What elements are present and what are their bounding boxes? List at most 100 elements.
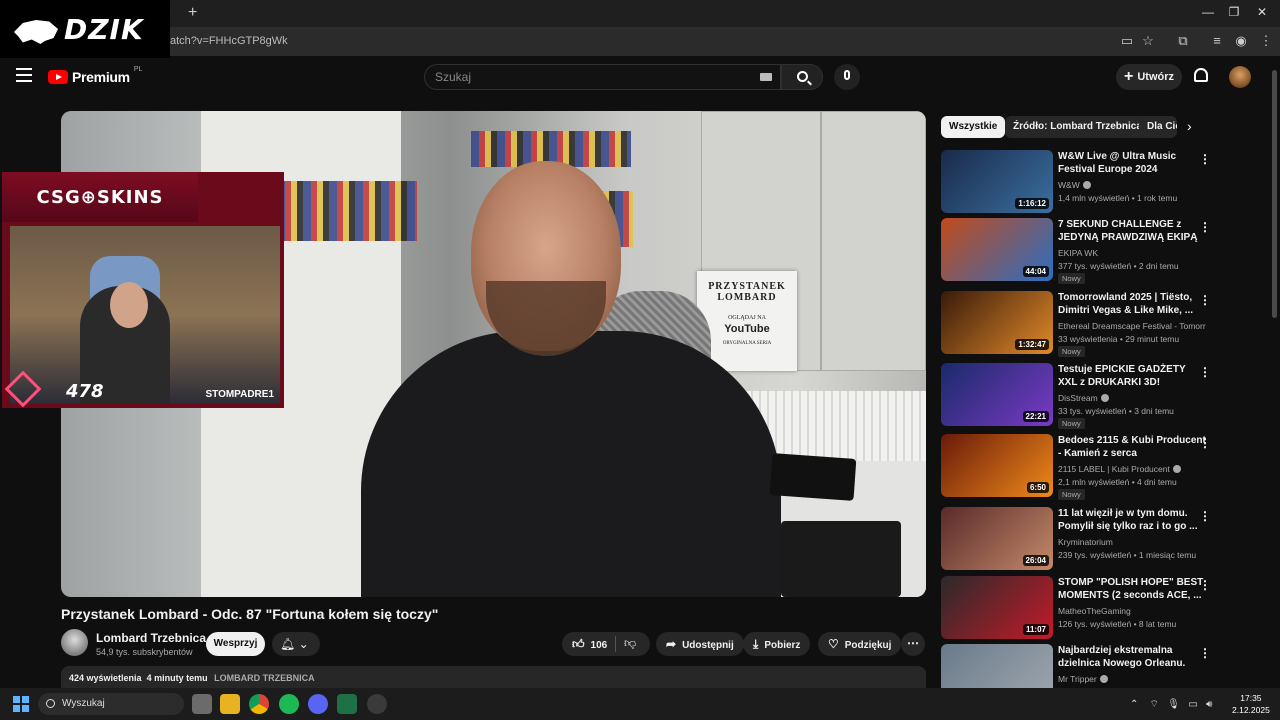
like-button[interactable]: 👍︎ 106 xyxy=(562,632,650,656)
support-button[interactable]: Wesprzyj xyxy=(206,632,265,656)
chevron-down-icon: ⌄ xyxy=(298,637,309,651)
extensions-icon[interactable]: ⧉ xyxy=(1174,33,1192,49)
more-options-icon[interactable]: ⋮ xyxy=(1199,578,1211,592)
cast-icon[interactable]: ▭ xyxy=(1118,33,1136,49)
chrome-icon[interactable] xyxy=(249,694,269,714)
channel-name[interactable]: MatheoTheGaming xyxy=(1058,606,1206,616)
recommendation-item[interactable]: 1:32:47 Tomorrowland 2025 | Tiësto, Dimit… xyxy=(941,291,1213,357)
video-thumbnail[interactable]: 1:16:12 xyxy=(941,150,1053,213)
more-options-icon[interactable]: ⋮ xyxy=(1199,220,1211,234)
more-options-icon[interactable]: ⋮ xyxy=(1199,436,1211,450)
taskbar-search-label: Wyszukaj xyxy=(62,698,105,709)
description-tag[interactable]: LOMBARD TRZEBNICA xyxy=(214,673,315,683)
video-title[interactable]: STOMP "POLISH HOPE" BEST MOMENTS (2 seco… xyxy=(1058,576,1206,602)
share-button[interactable]: ➦ Udostępnij xyxy=(656,632,744,656)
chevron-right-icon[interactable]: › xyxy=(1187,118,1192,134)
chip-source[interactable]: Źródło: Lombard Trzebnica xyxy=(1005,116,1150,138)
video-title[interactable]: W&W Live @ Ultra Music Festival Europe 2… xyxy=(1058,150,1206,176)
close-window-button[interactable]: ✕ xyxy=(1252,5,1272,19)
verified-icon xyxy=(1100,394,1109,402)
excel-icon[interactable] xyxy=(337,694,357,714)
video-title[interactable]: 11 lat więził je w tym domu. Pomylił się… xyxy=(1058,507,1206,533)
display-icon[interactable]: ▭ xyxy=(1188,699,1197,710)
channel-name[interactable]: Kryminatorium xyxy=(1058,537,1206,547)
video-duration: 26:04 xyxy=(1022,555,1049,566)
page-scrollbar[interactable] xyxy=(1272,70,1277,318)
maximize-button[interactable]: ❐ xyxy=(1224,5,1244,19)
discord-icon[interactable] xyxy=(308,694,328,714)
more-actions-button[interactable]: ⋯ xyxy=(901,632,925,656)
spotify-icon[interactable] xyxy=(279,694,299,714)
new-badge: Nowy xyxy=(1058,273,1085,284)
system-tray[interactable]: ⌃ ⌔ 🎙︎ ▭ 🔊︎ xyxy=(1130,698,1212,711)
url-text[interactable]: atch?v=FHHcGTP8gWk xyxy=(170,35,288,47)
taskbar-search[interactable]: Wyszukaj xyxy=(38,693,184,715)
minimize-button[interactable]: — xyxy=(1198,5,1218,19)
new-tab-button[interactable]: + xyxy=(188,4,197,22)
network-icon[interactable]: ⌔ xyxy=(1150,699,1159,710)
recommendation-item[interactable]: 6:50 Bedoes 2115 & Kubi Producent - Kamie… xyxy=(941,434,1213,500)
notification-settings-button[interactable]: 🔔︎ ⌄ xyxy=(272,632,320,656)
youtube-logo[interactable]: Premium PL xyxy=(48,66,142,85)
user-avatar[interactable] xyxy=(1229,66,1251,88)
address-bar[interactable]: atch?v=FHHcGTP8gWk ▭ ☆ ⧉ ≡ ◉ ⋮ xyxy=(0,27,1280,56)
create-button[interactable]: + Utwórz xyxy=(1116,64,1182,90)
video-title[interactable]: Testuje EPICKIE GADŻETY XXL z DRUKARKI 3… xyxy=(1058,363,1206,389)
browser-menu-icon[interactable]: ⋮ xyxy=(1257,33,1275,49)
more-options-icon[interactable]: ⋮ xyxy=(1199,365,1211,379)
channel-name[interactable]: Ethereal Dreamscape Festival - Tomorro..… xyxy=(1058,321,1206,331)
file-explorer-icon[interactable] xyxy=(220,694,240,714)
thumbs-down-icon[interactable]: 👎︎ xyxy=(624,636,636,651)
video-title[interactable]: Tomorrowland 2025 | Tiësto, Dimitri Vega… xyxy=(1058,291,1206,317)
task-view-icon[interactable] xyxy=(192,694,212,714)
channel-name[interactable]: W&W xyxy=(1058,180,1206,190)
chip-for-you[interactable]: Dla Ciebie xyxy=(1139,116,1177,138)
channel-avatar[interactable] xyxy=(61,629,88,656)
recommendation-item[interactable]: 22:21 Testuje EPICKIE GADŻETY XXL z DRUKA… xyxy=(941,363,1213,429)
video-thumbnail[interactable]: 1:32:47 xyxy=(941,291,1053,354)
channel-name[interactable]: Lombard Trzebnica xyxy=(96,631,206,645)
video-title[interactable]: 7 SEKUND CHALLENGE z JEDYNĄ PRAWDZIWĄ EK… xyxy=(1058,218,1206,244)
video-thumbnail[interactable]: 22:21 xyxy=(941,363,1053,426)
bookmark-star-icon[interactable]: ☆ xyxy=(1139,33,1157,49)
video-meta: 33 wyświetlenia • 29 minut temu xyxy=(1058,334,1180,344)
voice-search-button[interactable] xyxy=(834,64,860,90)
recommendation-item[interactable]: 1:16:12 W&W Live @ Ultra Music Festival E… xyxy=(941,150,1213,214)
channel-name[interactable]: EKIPA WK xyxy=(1058,248,1206,258)
video-thumbnail[interactable]: 26:04 xyxy=(941,507,1053,570)
video-thumbnail[interactable]: 6:50 xyxy=(941,434,1053,497)
search-input[interactable]: Szukaj xyxy=(424,64,781,90)
channel-name[interactable]: Mr Tripper xyxy=(1058,674,1206,684)
notifications-bell-icon[interactable] xyxy=(1194,68,1208,82)
chip-all[interactable]: Wszystkie xyxy=(941,116,1006,138)
profile-icon[interactable]: ◉ xyxy=(1232,33,1250,49)
youtube-header: Premium PL Szukaj + Utwórz xyxy=(0,58,1280,98)
video-meta: 1,4 mln wyświetleń • 1 rok temu xyxy=(1058,193,1178,203)
recommendation-item[interactable]: 44:04 7 SEKUND CHALLENGE z JEDYNĄ PRAWDZI… xyxy=(941,218,1213,284)
keyboard-icon[interactable] xyxy=(760,73,772,81)
thanks-button[interactable]: ♡ Podziękuj xyxy=(818,632,902,656)
windows-start-icon[interactable] xyxy=(13,696,29,712)
recommendation-item[interactable]: 26:04 11 lat więził je w tym domu. Pomyli… xyxy=(941,507,1213,571)
mic-icon[interactable]: 🎙︎ xyxy=(1167,699,1180,710)
more-options-icon[interactable]: ⋮ xyxy=(1199,152,1211,166)
download-button[interactable]: ⤓ Pobierz xyxy=(743,632,811,656)
video-thumbnail[interactable]: 44:04 xyxy=(941,218,1053,281)
channel-name[interactable]: DisStream xyxy=(1058,393,1206,403)
recommendation-item[interactable]: 11:07 STOMP "POLISH HOPE" BEST MOMENTS (2… xyxy=(941,576,1213,640)
video-thumbnail[interactable]: 11:07 xyxy=(941,576,1053,639)
chevron-up-icon[interactable]: ⌃ xyxy=(1130,699,1138,710)
video-title[interactable]: Najbardziej ekstremalna dzielnica Nowego… xyxy=(1058,644,1206,670)
more-options-icon[interactable]: ⋮ xyxy=(1199,646,1211,660)
hamburger-menu-icon[interactable] xyxy=(16,68,32,82)
clock[interactable]: 17:35 2.12.2025 xyxy=(1232,692,1270,716)
media-controls-icon[interactable]: ≡ xyxy=(1208,33,1226,48)
video-title[interactable]: Bedoes 2115 & Kubi Producent - Kamień z … xyxy=(1058,434,1206,460)
more-options-icon[interactable]: ⋮ xyxy=(1199,293,1211,307)
search-button[interactable] xyxy=(781,64,823,90)
app-icon[interactable] xyxy=(367,694,387,714)
cabinet-right xyxy=(821,111,926,371)
channel-name[interactable]: 2115 LABEL | Kubi Producent xyxy=(1058,464,1206,474)
more-options-icon[interactable]: ⋮ xyxy=(1199,509,1211,523)
volume-icon[interactable]: 🔊︎ xyxy=(1206,699,1212,710)
